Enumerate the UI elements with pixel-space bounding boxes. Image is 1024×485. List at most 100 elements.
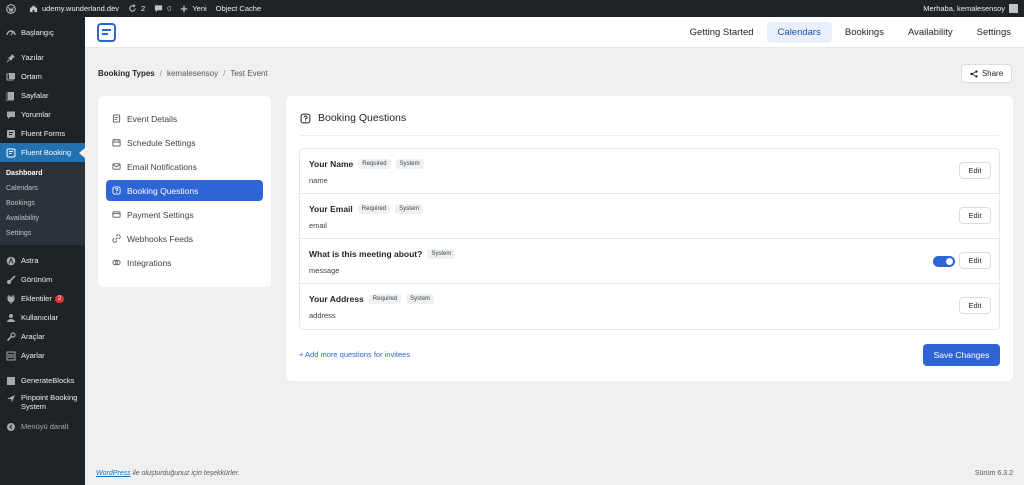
share-icon <box>970 69 978 78</box>
footer-thanks: ile oluşturduğunuz için teşekkürler. <box>130 470 240 477</box>
pinpoint-icon <box>6 393 16 403</box>
link-icon <box>112 234 121 243</box>
site-name: udemy.wunderland.dev <box>42 4 119 13</box>
page-icon <box>6 91 16 101</box>
required-badge: Required <box>357 204 391 214</box>
comments-link[interactable]: 0 <box>154 4 171 13</box>
nav-schedule-settings[interactable]: Schedule Settings <box>106 132 263 153</box>
menu-posts[interactable]: Yazılar <box>0 48 85 67</box>
nav-booking-questions[interactable]: Booking Questions <box>106 180 263 201</box>
breadcrumb-booking-types[interactable]: Booking Types <box>98 69 155 78</box>
footer-version: Sürüm 6.3.2 <box>974 470 1013 477</box>
tab-calendars[interactable]: Calendars <box>766 22 832 43</box>
menu-fluent-booking[interactable]: Fluent Booking <box>0 143 85 162</box>
enable-toggle[interactable] <box>933 256 955 267</box>
payment-icon <box>112 211 121 218</box>
updates-link[interactable]: 2 <box>128 4 145 13</box>
greeting: Merhaba, kemalesensoy <box>923 4 1005 13</box>
menu-users[interactable]: Kullanıcılar <box>0 308 85 327</box>
menu-appearance[interactable]: Görünüm <box>0 270 85 289</box>
menu-tools[interactable]: Araçlar <box>0 327 85 346</box>
question-row: Your Address Required System address Edi… <box>300 284 999 329</box>
pin-icon <box>6 53 16 63</box>
edit-button[interactable]: Edit <box>959 252 991 269</box>
menu-pinpoint-booking[interactable]: Pinpoint Booking System <box>0 390 85 417</box>
new-label: Yeni <box>192 4 207 13</box>
wrench-icon <box>6 331 16 342</box>
menu-comments[interactable]: Yorumlar <box>0 105 85 124</box>
system-badge: System <box>406 294 435 304</box>
question-field-name: address <box>309 311 336 320</box>
collapse-icon <box>6 422 16 432</box>
system-badge: System <box>395 204 424 214</box>
main-content: Getting Started Calendars Bookings Avail… <box>85 17 1024 485</box>
object-cache-link[interactable]: Object Cache <box>216 4 261 13</box>
plugin-icon <box>6 294 16 304</box>
site-name-link[interactable]: udemy.wunderland.dev <box>29 4 119 13</box>
submenu-bookings[interactable]: Bookings <box>0 196 85 211</box>
wordpress-logo-icon[interactable] <box>6 3 20 14</box>
breadcrumb: Booking Types / kemalesensoy / Test Even… <box>98 69 268 78</box>
tab-settings[interactable]: Settings <box>966 22 1022 43</box>
mail-icon <box>112 163 121 170</box>
fluent-booking-submenu: Dashboard Calendars Bookings Availabilit… <box>0 162 85 245</box>
comment-icon <box>6 110 16 120</box>
submenu-settings[interactable]: Settings <box>0 226 85 241</box>
save-changes-button[interactable]: Save Changes <box>923 344 1000 366</box>
booking-questions-header: Booking Questions <box>300 112 406 124</box>
nav-event-details[interactable]: Event Details <box>106 108 263 129</box>
share-button[interactable]: Share <box>961 64 1012 83</box>
menu-astra[interactable]: Astra <box>0 251 85 270</box>
question-field-name: email <box>309 221 327 230</box>
question-field-name: name <box>309 176 328 185</box>
add-more-questions-link[interactable]: + Add more questions for invitees <box>299 350 410 359</box>
menu-plugins[interactable]: Eklentiler 2 <box>0 289 85 308</box>
submenu-calendars[interactable]: Calendars <box>0 181 85 196</box>
submenu-availability[interactable]: Availability <box>0 211 85 226</box>
system-badge: System <box>395 159 424 169</box>
account-menu[interactable]: Merhaba, kemalesensoy <box>923 4 1018 13</box>
fluent-booking-icon <box>6 148 16 158</box>
nav-integrations[interactable]: Integrations <box>106 252 263 273</box>
edit-button[interactable]: Edit <box>959 162 991 179</box>
booking-questions-panel: Booking Questions Your Name Required Sys… <box>286 96 1013 381</box>
question-icon <box>112 186 121 195</box>
share-label: Share <box>981 69 1004 78</box>
nav-email-notifications[interactable]: Email Notifications <box>106 156 263 177</box>
menu-pages[interactable]: Sayfalar <box>0 86 85 105</box>
menu-fluent-forms[interactable]: Fluent Forms <box>0 124 85 143</box>
wordpress-link[interactable]: WordPress <box>96 470 131 477</box>
users-icon <box>6 313 16 323</box>
menu-media[interactable]: Ortam <box>0 67 85 86</box>
question-row: Your Name Required System name Edit <box>300 149 999 194</box>
new-content-link[interactable]: Yeni <box>180 4 207 13</box>
avatar <box>1009 4 1018 13</box>
panel-title: Booking Questions <box>318 112 407 124</box>
tab-bookings[interactable]: Bookings <box>834 22 895 43</box>
edit-button[interactable]: Edit <box>959 207 991 224</box>
astra-icon <box>6 256 16 266</box>
system-badge: System <box>427 249 456 259</box>
menu-settings[interactable]: Ayarlar <box>0 346 85 365</box>
menu-dashboard[interactable]: Başlangıç <box>0 23 85 42</box>
breadcrumb-separator: / <box>223 69 226 78</box>
submenu-dashboard[interactable]: Dashboard <box>0 166 85 181</box>
dashboard-icon <box>6 28 16 38</box>
nav-webhooks-feeds[interactable]: Webhooks Feeds <box>106 228 263 249</box>
plugins-update-badge: 2 <box>54 294 65 303</box>
menu-collapse[interactable]: Menüyü daralt <box>0 417 85 436</box>
tab-getting-started[interactable]: Getting Started <box>679 22 765 43</box>
refresh-icon <box>129 4 136 12</box>
app-navigation: Getting Started Calendars Bookings Avail… <box>85 17 1024 48</box>
breadcrumb-user[interactable]: kemalesensoy <box>167 69 218 78</box>
edit-button[interactable]: Edit <box>959 297 991 314</box>
breadcrumb-event: Test Event <box>230 69 268 78</box>
brush-icon <box>6 274 16 285</box>
fluent-booking-logo-icon[interactable] <box>97 23 116 42</box>
nav-payment-settings[interactable]: Payment Settings <box>106 204 263 225</box>
questions-list: Your Name Required System name Edit Your… <box>299 148 1000 330</box>
admin-menu: Başlangıç Yazılar Ortam Sayfalar Yorumla… <box>0 17 85 485</box>
tab-availability[interactable]: Availability <box>897 22 964 43</box>
menu-generateblocks[interactable]: GenerateBlocks <box>0 371 85 390</box>
question-field-name: message <box>309 266 340 275</box>
